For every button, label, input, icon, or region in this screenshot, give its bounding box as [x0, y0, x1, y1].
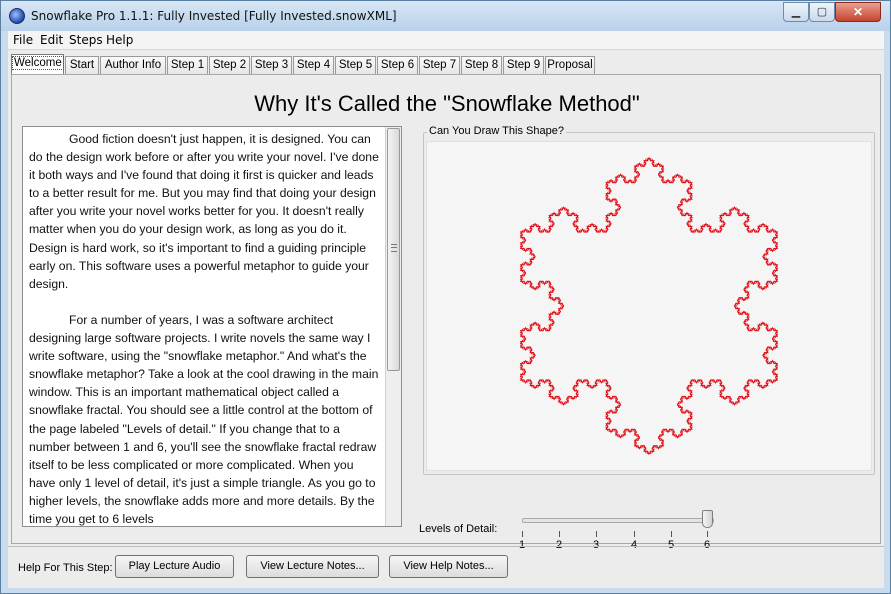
tab-welcome[interactable]: Welcome [11, 54, 64, 75]
maximize-icon[interactable]: ▢ [809, 2, 835, 22]
window-title: Snowflake Pro 1.1.1: Fully Invested [Ful… [31, 9, 397, 23]
tab-label: Welcome [12, 56, 64, 70]
scrollbar-thumb[interactable] [387, 128, 400, 371]
tab-step-2[interactable]: Step 2 [209, 56, 250, 74]
snowflake-app-icon[interactable] [9, 8, 25, 24]
paragraph: Good fiction doesn't just happen, it is … [29, 132, 379, 291]
page-title: Why It's Called the "Snowflake Method" [254, 91, 640, 116]
snowflake-canvas [426, 141, 872, 471]
paragraph: For a number of years, I was a software … [29, 312, 379, 526]
slider-tick [634, 531, 635, 537]
step-tabs: Welcome Start Author Info Step 1 Step 2 … [8, 54, 884, 75]
intro-text: Good fiction doesn't just happen, it is … [23, 127, 385, 526]
menu-file[interactable]: File [13, 33, 33, 47]
menu-steps[interactable]: Steps [69, 33, 103, 47]
tab-step-7[interactable]: Step 7 [419, 56, 460, 74]
tab-step-9[interactable]: Step 9 [503, 56, 544, 74]
help-label: Help For This Step: [18, 562, 113, 574]
help-bar: Help For This Step: Play Lecture Audio V… [8, 546, 884, 586]
menu-edit[interactable]: Edit [40, 33, 63, 47]
grip-icon [391, 244, 397, 252]
welcome-panel: Why It's Called the "Snowflake Method" G… [11, 74, 881, 551]
tab-step-8[interactable]: Step 8 [461, 56, 502, 74]
tab-step-1[interactable]: Step 1 [167, 56, 208, 74]
play-lecture-audio-button[interactable]: Play Lecture Audio [115, 555, 234, 578]
menu-help[interactable]: Help [106, 33, 133, 47]
tab-step-5[interactable]: Step 5 [335, 56, 376, 74]
snowflake-fractal [519, 156, 779, 456]
tab-step-3[interactable]: Step 3 [251, 56, 292, 74]
app-window: Snowflake Pro 1.1.1: Fully Invested [Ful… [0, 0, 891, 594]
tab-author-info[interactable]: Author Info [100, 56, 166, 74]
tab-step-6[interactable]: Step 6 [377, 56, 418, 74]
levels-slider-thumb[interactable] [702, 510, 713, 528]
levels-slider-track[interactable] [522, 518, 714, 523]
minimize-icon[interactable]: ▁ [783, 2, 809, 22]
view-lecture-notes-button[interactable]: View Lecture Notes... [246, 555, 379, 578]
slider-tick [522, 531, 523, 537]
slider-tick [671, 531, 672, 537]
tab-step-4[interactable]: Step 4 [293, 56, 334, 74]
intro-text-area[interactable]: Good fiction doesn't just happen, it is … [22, 126, 402, 527]
view-help-notes-button[interactable]: View Help Notes... [389, 555, 508, 578]
main-client-area: Welcome Start Author Info Step 1 Step 2 … [8, 50, 884, 588]
levels-of-detail-label: Levels of Detail: [419, 523, 498, 535]
slider-tick [559, 531, 560, 537]
snowflake-outline [519, 156, 779, 456]
slider-tick [596, 531, 597, 537]
tab-start[interactable]: Start [65, 56, 99, 74]
slider-tick [707, 531, 708, 537]
close-icon[interactable]: ✕ [835, 2, 881, 22]
title-bar[interactable]: Snowflake Pro 1.1.1: Fully Invested [Ful… [1, 1, 890, 31]
shape-group-label: Can You Draw This Shape? [427, 125, 566, 137]
menu-bar: File Edit Steps Help [8, 31, 884, 50]
text-scrollbar[interactable] [385, 127, 401, 526]
tab-proposal[interactable]: Proposal [545, 56, 595, 74]
